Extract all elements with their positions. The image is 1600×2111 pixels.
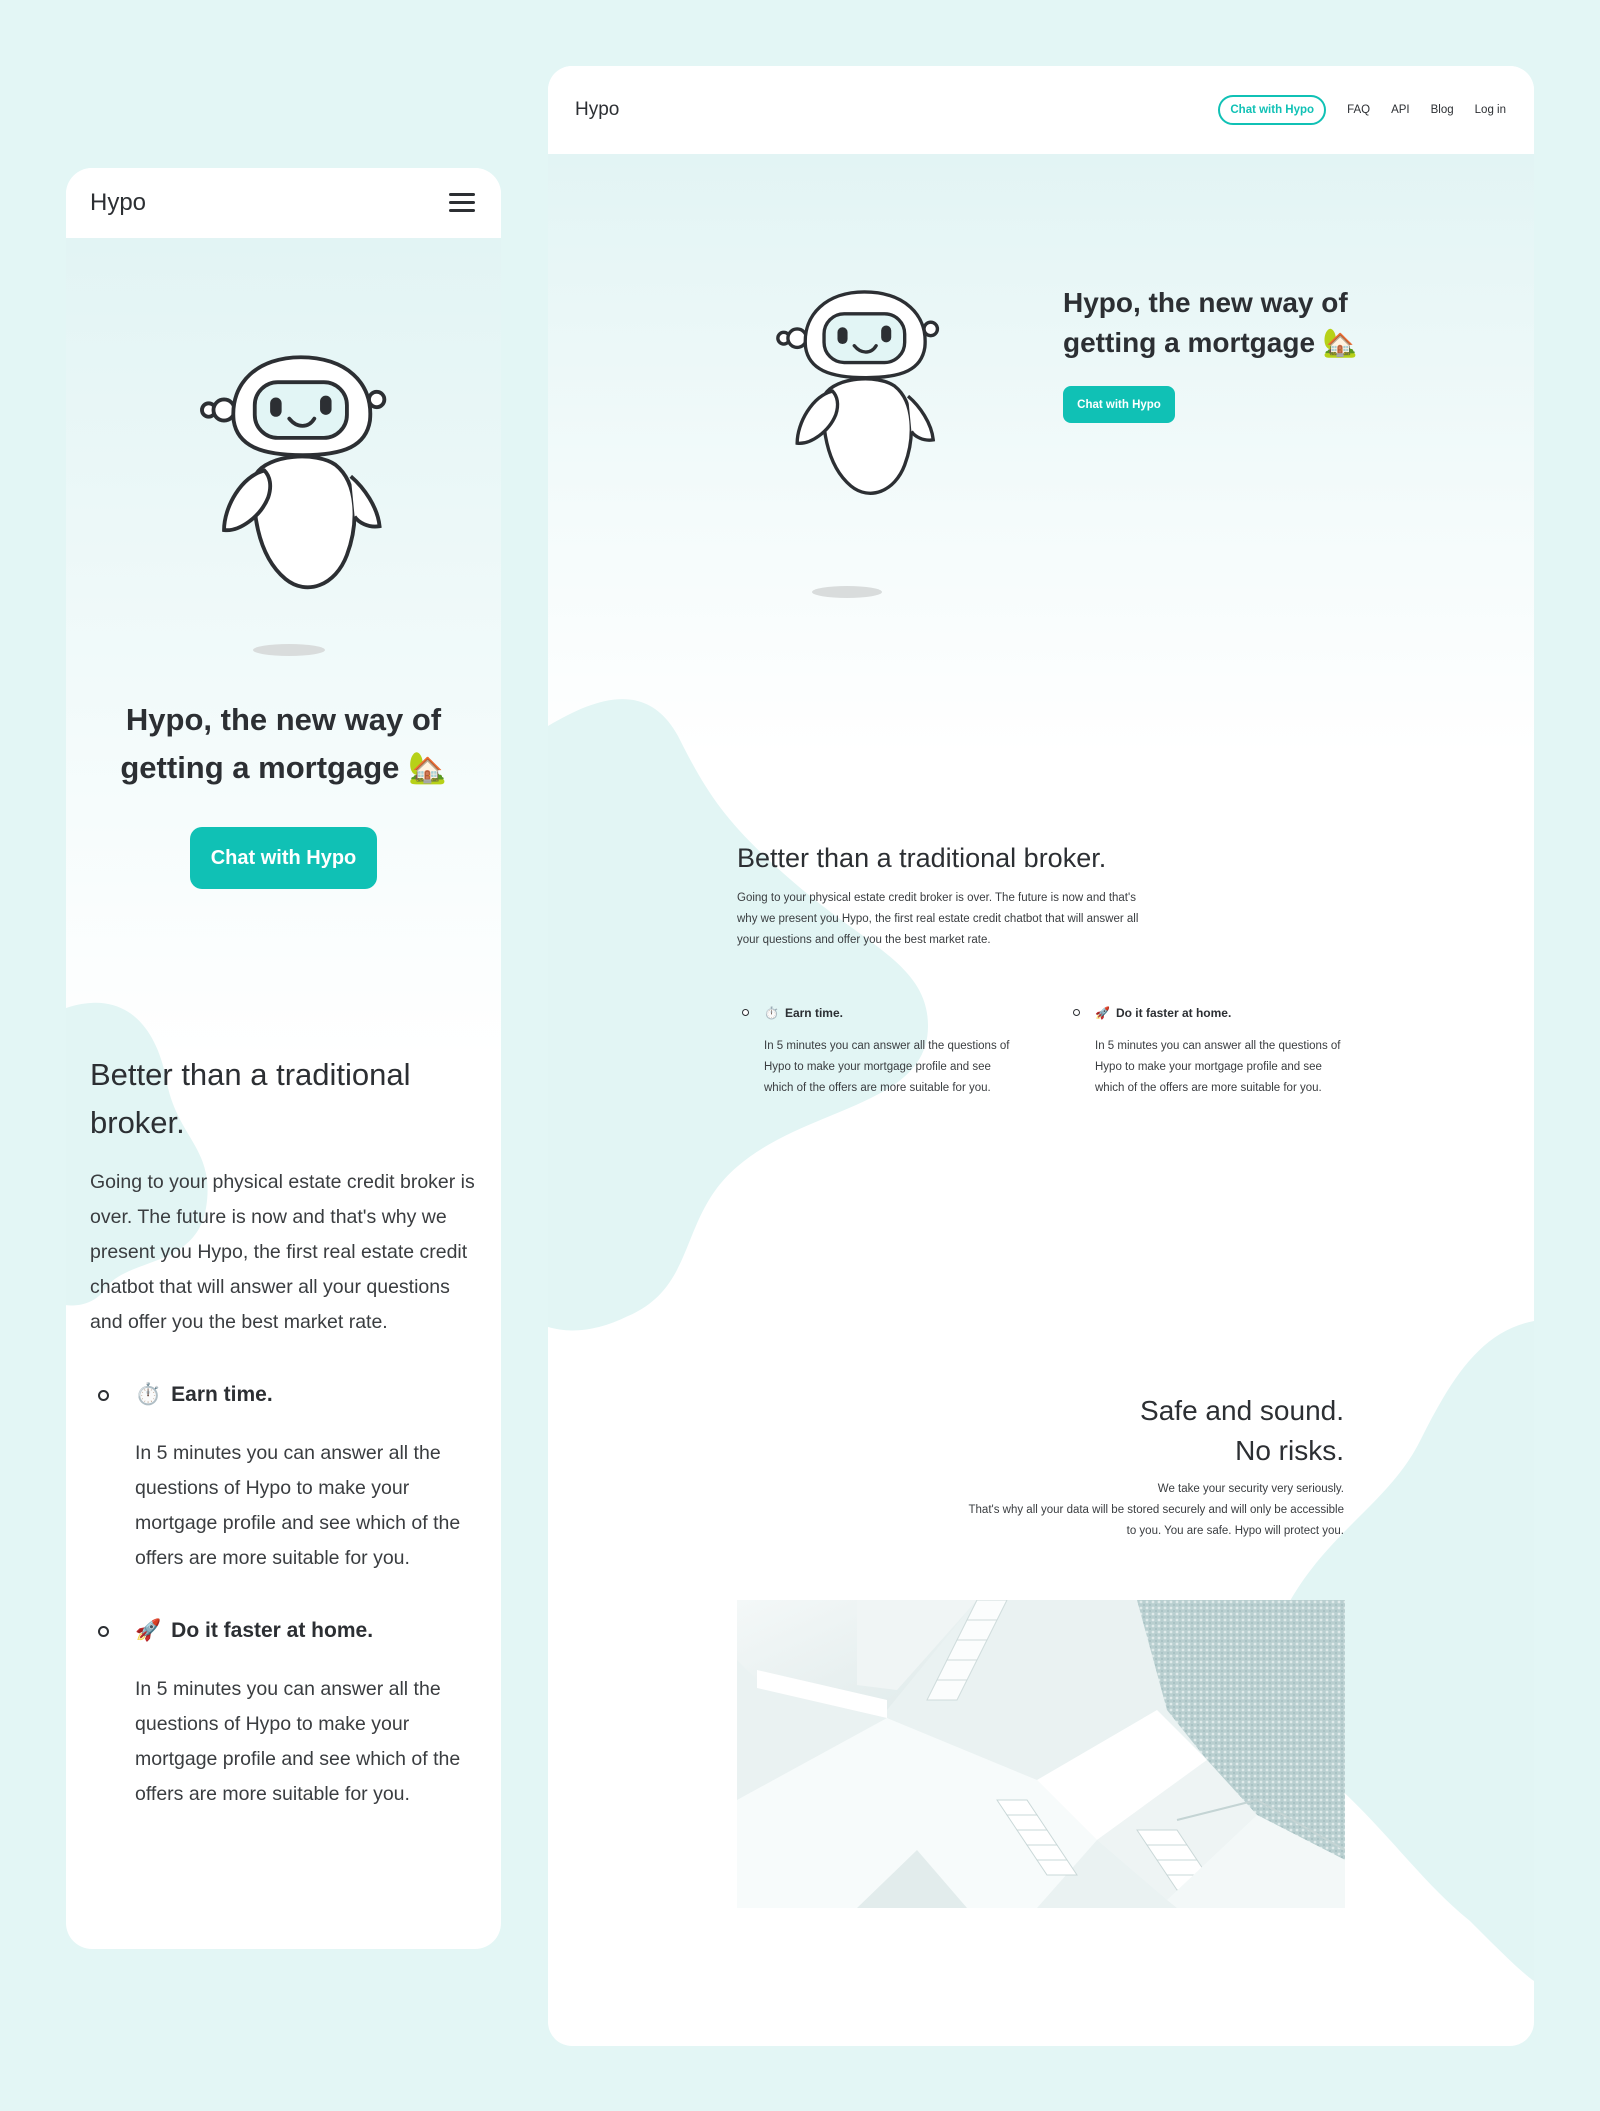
logo[interactable]: Hypo bbox=[90, 189, 146, 217]
feature-item: 🚀 Do it faster at home. In 5 minutes you … bbox=[1068, 1004, 1340, 1099]
hero-title: Hypo, the new way of getting a mortgage … bbox=[120, 702, 447, 785]
robot-illustration bbox=[200, 355, 387, 656]
section-body: Going to your physical estate credit bro… bbox=[737, 892, 1139, 946]
top-nav: Chat with Hypo FAQ API Blog Log in bbox=[1218, 95, 1506, 125]
feature-title: Earn time. bbox=[171, 1383, 273, 1406]
rocket-icon: 🚀 bbox=[135, 1619, 162, 1642]
nav-link-faq[interactable]: FAQ bbox=[1347, 104, 1370, 116]
section-title: Safe and sound. No risks. bbox=[1140, 1395, 1344, 1466]
bullet-icon bbox=[98, 1626, 109, 1637]
feature-item: 🚀 Do it faster at home. In 5 minutes you … bbox=[90, 1616, 480, 1812]
features-list: ⏱️ Earn time. In 5 minutes you can answer… bbox=[737, 1004, 1357, 1164]
bullet-icon bbox=[742, 1009, 749, 1016]
feature-title: Do it faster at home. bbox=[1115, 1006, 1232, 1020]
security-section: Safe and sound. No risks. We take your s… bbox=[928, 1391, 1345, 1542]
stopwatch-icon: ⏱️ bbox=[135, 1383, 162, 1406]
feature-item: ⏱️ Earn time. In 5 minutes you can answer… bbox=[90, 1380, 480, 1576]
mobile-header: Hypo bbox=[66, 168, 501, 238]
nav-link-login[interactable]: Log in bbox=[1475, 104, 1506, 116]
chat-with-hypo-button[interactable]: Chat with Hypo bbox=[190, 827, 377, 889]
desktop-header: Hypo Chat with Hypo FAQ API Blog Log in bbox=[548, 66, 1534, 154]
broker-section: Better than a traditional broker. Going … bbox=[737, 838, 1157, 951]
nav-chat-with-hypo-button[interactable]: Chat with Hypo bbox=[1218, 95, 1327, 125]
bullet-icon bbox=[1073, 1009, 1080, 1016]
feature-title: Earn time. bbox=[784, 1006, 843, 1020]
robot-shadow bbox=[253, 644, 325, 656]
rocket-icon: 🚀 bbox=[1095, 1006, 1110, 1020]
feature-item: ⏱️ Earn time. In 5 minutes you can answer… bbox=[737, 1004, 1009, 1099]
section-body: We take your security very seriously. Th… bbox=[968, 1483, 1345, 1537]
feature-description: In 5 minutes you can answer all the ques… bbox=[1095, 1040, 1341, 1094]
feature-description: In 5 minutes you can answer all the ques… bbox=[764, 1040, 1010, 1094]
section-title: Better than a traditional broker. bbox=[90, 1057, 411, 1140]
feature-description: In 5 minutes you can answer all the ques… bbox=[135, 1442, 461, 1569]
robot-illustration bbox=[776, 290, 940, 598]
broker-section: Better than a traditional broker. Going … bbox=[90, 1051, 480, 1812]
feature-title: Do it faster at home. bbox=[171, 1619, 374, 1642]
chat-with-hypo-button[interactable]: Chat with Hypo bbox=[1063, 386, 1175, 423]
hamburger-menu-icon[interactable] bbox=[449, 192, 477, 214]
house-icon: 🏡 bbox=[408, 750, 447, 785]
nav-link-blog[interactable]: Blog bbox=[1431, 104, 1454, 116]
section-title: Better than a traditional broker. bbox=[737, 843, 1107, 873]
logo[interactable]: Hypo bbox=[575, 99, 619, 121]
stopwatch-icon: ⏱️ bbox=[764, 1006, 779, 1020]
staircase-photo bbox=[737, 1600, 1345, 1908]
bullet-icon bbox=[98, 1390, 109, 1401]
desktop-frame: Hypo Chat with Hypo FAQ API Blog Log in … bbox=[548, 66, 1534, 2046]
nav-link-api[interactable]: API bbox=[1391, 104, 1410, 116]
mobile-frame: Hypo Hypo, the new way of getting a mort… bbox=[66, 168, 501, 1949]
feature-description: In 5 minutes you can answer all the ques… bbox=[135, 1678, 461, 1805]
house-icon: 🏡 bbox=[1322, 327, 1358, 358]
hero-title: Hypo, the new way of getting a mortgage … bbox=[1063, 287, 1358, 358]
robot-shadow bbox=[812, 586, 882, 598]
hero-background bbox=[548, 154, 1534, 754]
section-body: Going to your physical estate credit bro… bbox=[90, 1171, 475, 1333]
